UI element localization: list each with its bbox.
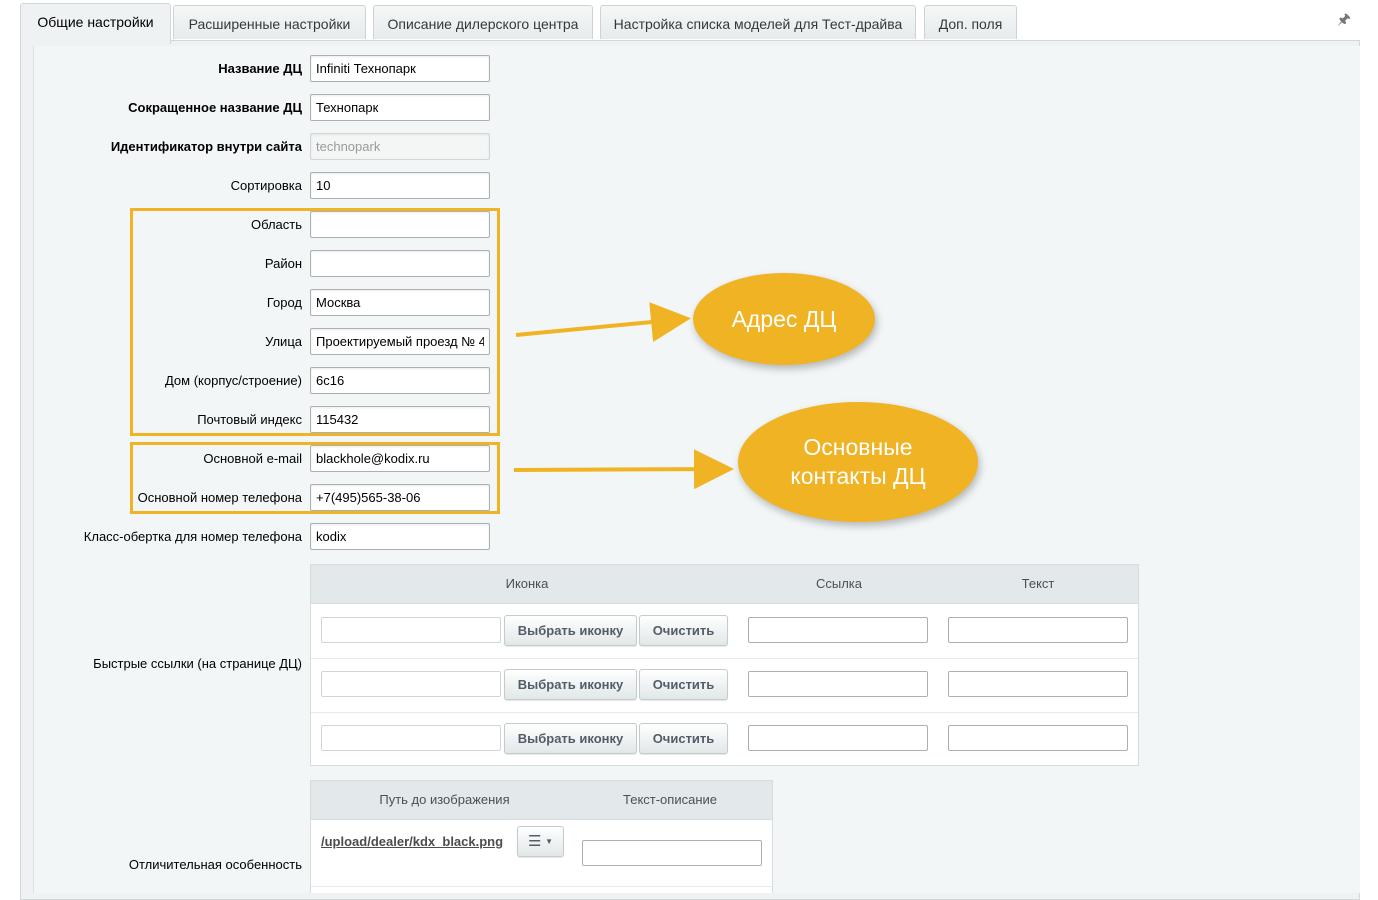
sort-label: Сортировка (230, 178, 302, 193)
contacts-highlight-box (130, 442, 500, 514)
text-input[interactable] (948, 725, 1128, 751)
site-id-input (310, 133, 490, 160)
short-name-input[interactable] (310, 94, 490, 121)
choose-icon-button[interactable]: Выбрать иконку (504, 669, 637, 700)
table-row: Выбрать иконку Очистить (311, 604, 1138, 659)
link-input[interactable] (748, 725, 928, 751)
sort-input[interactable] (310, 172, 490, 199)
address-highlight-box (130, 208, 500, 436)
tab-extra-fields[interactable]: Доп. поля (924, 5, 1017, 39)
pin-icon[interactable]: 🖈 (1337, 9, 1351, 34)
quick-links-header: Иконка Ссылка Текст (311, 565, 1138, 604)
clear-button[interactable]: Очистить (639, 723, 728, 754)
phone-class-label: Класс-обертка для номер телефона (83, 529, 302, 544)
table-row: Выбрать иконку Очистить (311, 658, 1138, 713)
feature-header: Путь до изображения Текст-описание (311, 781, 772, 820)
feature-label: Отличительная особенность (128, 857, 302, 872)
tab-test-drive-models[interactable]: Настройка списка моделей для Тест-драйва (600, 5, 916, 39)
icon-path-input[interactable] (321, 617, 501, 643)
link-input[interactable] (748, 617, 928, 643)
contacts-arrow (513, 449, 734, 490)
site-id-label: Идентификатор внутри сайта (110, 139, 302, 154)
clear-button[interactable]: Очистить (639, 615, 728, 646)
column-link: Ссылка (815, 576, 863, 591)
name-input[interactable] (310, 55, 490, 82)
clear-button[interactable]: Очистить (639, 669, 728, 700)
image-path-link[interactable]: /upload/dealer/kdx_black.png (321, 834, 503, 849)
icon-path-input[interactable] (321, 725, 501, 751)
text-input[interactable] (948, 671, 1128, 697)
choose-icon-button[interactable]: Выбрать иконку (504, 615, 637, 646)
quick-links-table: Иконка Ссылка Текст Выбрать иконку Очист… (310, 564, 1139, 766)
column-text: Текст (1021, 576, 1055, 591)
column-description: Текст-описание (623, 792, 717, 807)
address-arrow (515, 302, 691, 342)
description-input[interactable] (582, 840, 762, 866)
table-row: Выбрать иконку Очистить (311, 712, 1138, 766)
text-input[interactable] (948, 617, 1128, 643)
short-name-label: Сокращенное название ДЦ (128, 100, 302, 115)
tab-dealer-description[interactable]: Описание дилерского центра (373, 5, 593, 39)
choose-icon-button[interactable]: Выбрать иконку (504, 723, 637, 754)
quick-links-label: Быстрые ссылки (на странице ДЦ) (93, 656, 302, 671)
tab-advanced-settings[interactable]: Расширенные настройки (173, 5, 366, 39)
column-image-path: Путь до изображения (379, 792, 510, 807)
menu-button[interactable]: ☰ ▼ (517, 826, 564, 857)
link-input[interactable] (748, 671, 928, 697)
contacts-bubble: Основные контакты ДЦ (738, 402, 978, 522)
feature-table: Путь до изображения Текст-описание /uplo… (310, 780, 773, 893)
table-row: /upload/dealer/kdx_black.png ☰ ▼ (311, 820, 772, 887)
address-bubble: Адрес ДЦ (693, 273, 875, 365)
tab-general-settings[interactable]: Общие настройки (20, 3, 171, 44)
phone-class-input[interactable] (310, 523, 490, 550)
column-icon: Иконка (505, 576, 549, 591)
name-label: Название ДЦ (218, 61, 302, 76)
icon-path-input[interactable] (321, 671, 501, 697)
tab-bar: Общие настройки Расширенные настройки Оп… (20, 3, 1360, 44)
chevron-down-icon: ▼ (545, 837, 553, 846)
menu-icon: ☰ (528, 833, 542, 850)
